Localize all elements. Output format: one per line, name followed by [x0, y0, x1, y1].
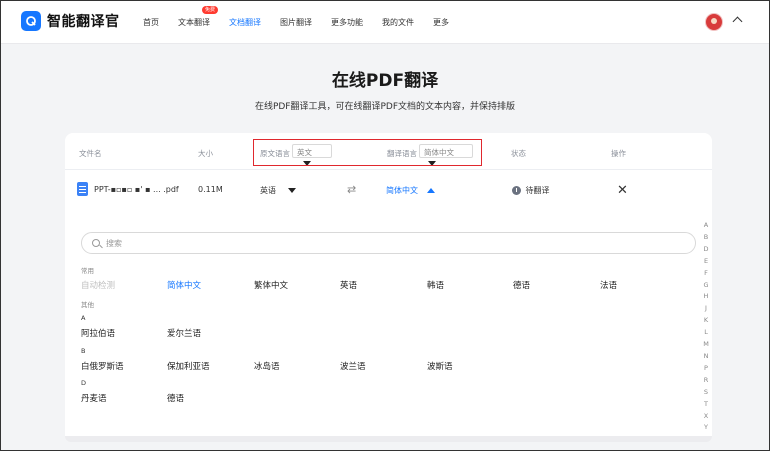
header-filename: 文件名: [79, 149, 102, 158]
lang-korean[interactable]: 韩语: [427, 279, 444, 291]
header-size: 大小: [198, 149, 213, 158]
nav-image-translate[interactable]: 图片翻译: [280, 17, 312, 28]
nav-document-translate[interactable]: 文档翻译: [229, 17, 261, 28]
lang-french[interactable]: 法语: [600, 279, 617, 291]
row-target-language[interactable]: 简体中文: [386, 185, 435, 196]
card-footer: [65, 436, 712, 442]
row-source-language-label: 英语: [260, 186, 276, 195]
alpha-x[interactable]: X: [701, 411, 711, 423]
clock-icon: [512, 186, 521, 195]
close-icon[interactable]: ✕: [617, 183, 628, 198]
alpha-n[interactable]: N: [701, 351, 711, 363]
document-icon: [77, 182, 88, 196]
alpha-g[interactable]: G: [701, 280, 711, 292]
header-status: 状态: [511, 149, 526, 158]
alpha-m[interactable]: M: [701, 339, 711, 351]
status-badge: 待翻译: [512, 185, 550, 196]
nav-my-files[interactable]: 我的文件: [382, 17, 414, 28]
swap-icon[interactable]: ⇄: [347, 183, 356, 196]
lang-polish[interactable]: 波兰语: [340, 360, 366, 372]
group-common-label: 常用: [81, 267, 94, 275]
status-label: 待翻译: [525, 186, 550, 195]
main-nav: 首页 文本翻译 免费 文档翻译 图片翻译 更多功能 我的文件 更多: [143, 6, 468, 28]
lang-arabic[interactable]: 阿拉伯语: [81, 327, 115, 339]
lang-auto-detect: 自动检测: [81, 281, 116, 291]
logo-icon: [21, 11, 41, 31]
letter-d-label: D: [81, 379, 87, 387]
alpha-h[interactable]: H: [701, 291, 711, 303]
lang-irish[interactable]: 爱尔兰语: [167, 327, 201, 339]
lang-german-d[interactable]: 德语: [167, 392, 184, 404]
alpha-f[interactable]: F: [701, 268, 711, 280]
lang-bulgarian[interactable]: 保加利亚语: [167, 360, 210, 372]
lang-persian[interactable]: 波斯语: [427, 360, 453, 372]
top-navigation-bar: 智能翻译官 首页 文本翻译 免费 文档翻译 图片翻译 更多功能 我的文件 更多: [1, 1, 769, 44]
lang-belarusian[interactable]: 白俄罗斯语: [81, 360, 124, 372]
caret-up-icon: [426, 188, 435, 193]
nav-text-translate[interactable]: 文本翻译 免费: [178, 6, 218, 28]
alpha-d[interactable]: D: [701, 244, 711, 256]
nav-home[interactable]: 首页: [143, 17, 159, 28]
lang-traditional-chinese[interactable]: 繁体中文: [254, 279, 288, 291]
lang-english[interactable]: 英语: [340, 279, 357, 291]
alpha-e[interactable]: E: [701, 256, 711, 268]
page-subtitle: 在线PDF翻译工具，可在线翻译PDF文档的文本内容，并保持排版: [254, 102, 516, 112]
lang-simplified-chinese[interactable]: 简体中文: [167, 279, 201, 291]
letter-a-label: A: [81, 314, 86, 322]
logo[interactable]: 智能翻译官: [21, 11, 120, 31]
caret-down-icon: [287, 188, 296, 193]
lang-icelandic[interactable]: 冰岛语: [254, 360, 280, 372]
alpha-a[interactable]: A: [701, 220, 711, 232]
highlight-box: [253, 139, 482, 166]
language-search-input[interactable]: 搜索: [81, 232, 696, 254]
nav-text-translate-label: 文本翻译: [178, 18, 210, 27]
lang-german[interactable]: 德语: [513, 279, 530, 291]
row-source-language[interactable]: 英语: [260, 185, 296, 196]
alpha-l[interactable]: L: [701, 327, 711, 339]
lang-danish[interactable]: 丹麦语: [81, 392, 107, 404]
nav-more[interactable]: 更多: [433, 17, 449, 28]
alpha-b[interactable]: B: [701, 232, 711, 244]
alpha-k[interactable]: K: [701, 315, 711, 327]
alpha-y[interactable]: Y: [701, 422, 711, 434]
header-action: 操作: [611, 149, 626, 158]
chevron-up-icon[interactable]: [732, 16, 743, 27]
search-placeholder: 搜索: [106, 239, 122, 248]
file-name: PPT-▪▫▪▫ ▪' ▪ ... .pdf: [94, 185, 179, 194]
free-badge: 免费: [201, 6, 218, 14]
logo-text: 智能翻译官: [47, 14, 120, 30]
page-title: 在线PDF翻译: [331, 71, 439, 91]
alpha-j[interactable]: J: [701, 303, 711, 315]
alpha-p[interactable]: P: [701, 363, 711, 375]
nav-more-features[interactable]: 更多功能: [331, 17, 363, 28]
row-target-language-label: 简体中文: [386, 186, 418, 195]
search-icon: [92, 239, 100, 247]
table-row: PPT-▪▫▪▫ ▪' ▪ ... .pdf 0.11M 英语 ⇄ 简体中文 待…: [65, 179, 712, 205]
alpha-t[interactable]: T: [701, 399, 711, 411]
file-size: 0.11M: [198, 185, 223, 194]
alpha-r[interactable]: R: [701, 375, 711, 387]
table-divider: [65, 169, 712, 170]
alpha-s[interactable]: S: [701, 387, 711, 399]
alphabet-index: A B D E F G H J K L M N P R S T X Y: [701, 220, 711, 434]
user-avatar[interactable]: [705, 13, 723, 31]
letter-b-label: B: [81, 347, 86, 355]
group-other-label: 其他: [81, 301, 94, 309]
